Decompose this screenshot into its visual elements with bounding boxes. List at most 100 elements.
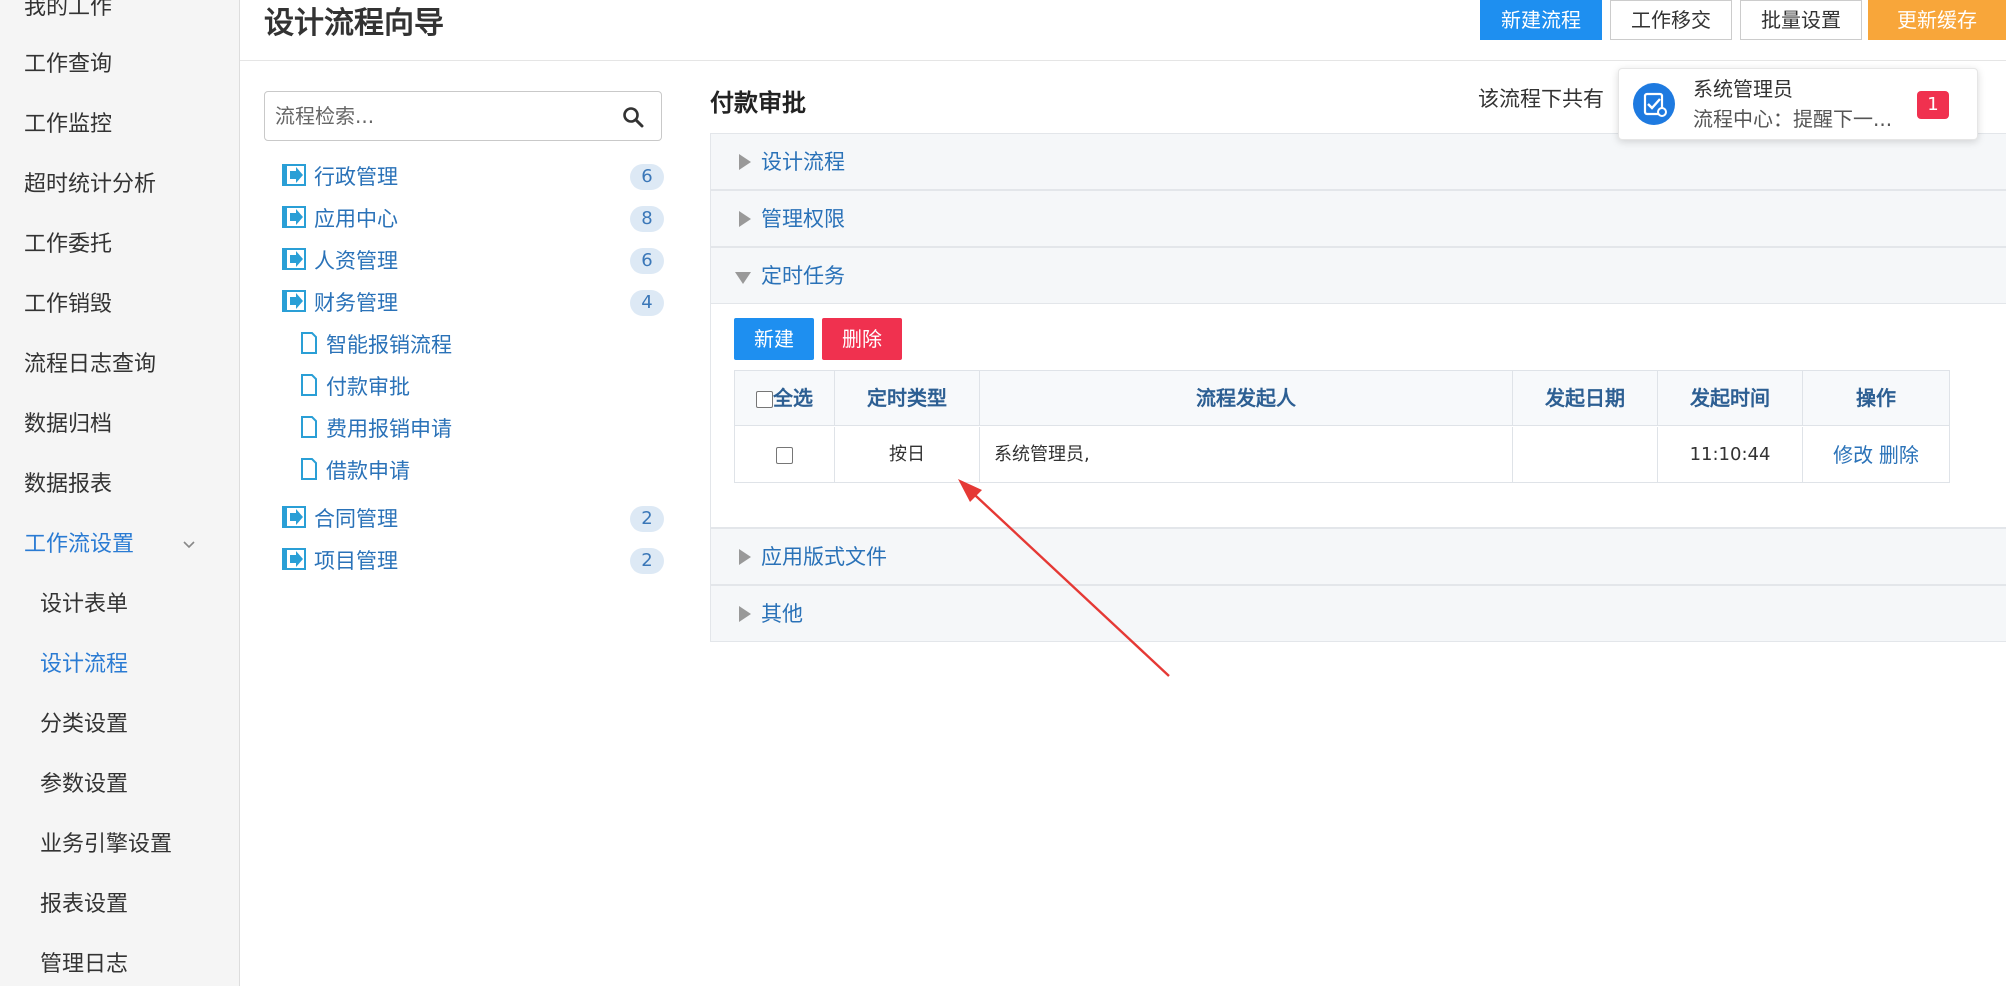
tree-category-label: 合同管理 (314, 507, 398, 531)
tree-category-finance[interactable]: 财务管理 4 (282, 286, 666, 320)
section-scheduled-tasks[interactable]: 定时任务 (710, 247, 2006, 304)
nav-my-work[interactable]: 我的工作 (24, 0, 112, 23)
nav-data-report[interactable]: 数据报表 (24, 470, 112, 500)
tree-count-badge: 8 (630, 206, 664, 232)
tree-flow-label: 付款审批 (326, 375, 410, 399)
notification-message: 流程中心：提醒下一... (1693, 107, 1893, 131)
nav-work-destroy[interactable]: 工作销毁 (24, 290, 112, 320)
nav-work-query[interactable]: 工作查询 (24, 50, 112, 80)
tree-category-label: 项目管理 (314, 549, 398, 573)
tree-category-project[interactable]: 项目管理 2 (282, 544, 666, 578)
row-checkbox[interactable] (776, 446, 793, 464)
refresh-cache-button[interactable]: 更新缓存 (1868, 0, 2006, 40)
section-layout-files[interactable]: 应用版式文件 (710, 528, 2006, 585)
task-check-icon (1633, 83, 1675, 125)
section-permissions[interactable]: 管理权限 (710, 190, 2006, 247)
tree-count-badge: 6 (630, 248, 664, 274)
task-table: 全选 定时类型 流程发起人 发起日期 发起时间 操作 按日 系统管理员, 11:… (734, 370, 1950, 483)
folder-flow-icon (282, 290, 306, 312)
tree-flow-label: 智能报销流程 (326, 333, 452, 357)
column-header-type: 定时类型 (835, 371, 980, 426)
document-icon (301, 458, 317, 480)
tree-count-badge: 4 (630, 290, 664, 316)
nav-work-delegate[interactable]: 工作委托 (24, 230, 112, 260)
tree-count-badge: 2 (630, 506, 664, 532)
search-box (264, 91, 662, 141)
nav-report-settings[interactable]: 报表设置 (40, 890, 128, 920)
column-header-date: 发起日期 (1513, 371, 1658, 426)
cell-date (1513, 427, 1658, 483)
nav-flow-log[interactable]: 流程日志查询 (24, 350, 156, 380)
section-other[interactable]: 其他 (710, 585, 2006, 642)
caret-down-icon (735, 272, 751, 284)
section-label: 定时任务 (761, 264, 845, 288)
folder-flow-icon (282, 506, 306, 528)
sidebar: 我的工作 工作查询 工作监控 超时统计分析 工作委托 工作销毁 流程日志查询 数… (0, 0, 240, 986)
caret-right-icon (739, 606, 751, 622)
chevron-down-icon[interactable] (182, 538, 196, 552)
tree-category-label: 行政管理 (314, 165, 398, 189)
nav-workflow-settings[interactable]: 工作流设置 (24, 530, 134, 560)
section-label: 其他 (761, 602, 803, 626)
section-label: 管理权限 (761, 207, 845, 231)
section-design-flow[interactable]: 设计流程 (710, 133, 2006, 190)
select-all-checkbox[interactable] (756, 391, 773, 408)
delete-task-link[interactable]: 删除 (1879, 443, 1919, 467)
flow-count-text: 该流程下共有 (1478, 87, 1604, 111)
document-icon (301, 374, 317, 396)
tree-count-badge: 6 (630, 164, 664, 190)
header-divider (240, 60, 2006, 61)
caret-right-icon (739, 211, 751, 227)
nav-param-settings[interactable]: 参数设置 (40, 770, 128, 800)
edit-task-link[interactable]: 修改 (1833, 443, 1873, 467)
column-header-initiator: 流程发起人 (980, 371, 1513, 426)
column-header-select: 全选 (735, 371, 835, 426)
nav-admin-log[interactable]: 管理日志 (40, 950, 128, 980)
tree-category-label: 人资管理 (314, 249, 398, 273)
tree-category-label: 财务管理 (314, 291, 398, 315)
flow-title: 付款审批 (710, 89, 806, 117)
nav-category-settings[interactable]: 分类设置 (40, 710, 128, 740)
document-icon (301, 332, 317, 354)
batch-settings-button[interactable]: 批量设置 (1740, 0, 1862, 40)
folder-flow-icon (282, 248, 306, 270)
nav-timeout-analysis[interactable]: 超时统计分析 (24, 170, 156, 200)
search-input[interactable] (275, 98, 605, 134)
notification-popup[interactable]: 系统管理员 流程中心：提醒下一... 1 (1618, 68, 1978, 140)
tree-count-badge: 2 (630, 548, 664, 574)
folder-flow-icon (282, 548, 306, 570)
notification-title: 系统管理员 (1693, 77, 1793, 101)
tree-category-app-center[interactable]: 应用中心 8 (282, 202, 666, 236)
tree-category-admin[interactable]: 行政管理 6 (282, 160, 666, 194)
notification-count-badge: 1 (1917, 91, 1949, 119)
new-flow-button[interactable]: 新建流程 (1480, 0, 1602, 40)
tree-category-label: 应用中心 (314, 207, 398, 231)
delete-task-button[interactable]: 删除 (822, 318, 902, 360)
row-select-cell (735, 427, 835, 483)
tree-category-contract[interactable]: 合同管理 2 (282, 502, 666, 536)
work-transfer-button[interactable]: 工作移交 (1610, 0, 1732, 40)
caret-right-icon (739, 549, 751, 565)
new-task-button[interactable]: 新建 (734, 318, 814, 360)
cell-ops: 修改 删除 (1803, 427, 1949, 483)
annotation-arrow-icon (958, 479, 1170, 677)
page-title: 设计流程向导 (264, 6, 444, 41)
select-all-label[interactable]: 全选 (773, 386, 813, 410)
search-icon[interactable] (621, 105, 645, 129)
nav-work-monitor[interactable]: 工作监控 (24, 110, 112, 140)
nav-data-archive[interactable]: 数据归档 (24, 410, 112, 440)
section-label: 应用版式文件 (761, 545, 887, 569)
nav-design-flow[interactable]: 设计流程 (40, 650, 128, 680)
tree-flow-label: 费用报销申请 (326, 417, 452, 441)
caret-right-icon (739, 154, 751, 170)
column-header-ops: 操作 (1803, 371, 1949, 426)
folder-flow-icon (282, 164, 306, 186)
section-label: 设计流程 (761, 150, 845, 174)
folder-flow-icon (282, 206, 306, 228)
column-header-time: 发起时间 (1658, 371, 1803, 426)
nav-design-form[interactable]: 设计表单 (40, 590, 128, 620)
document-icon (301, 416, 317, 438)
tree-category-hr[interactable]: 人资管理 6 (282, 244, 666, 278)
nav-engine-settings[interactable]: 业务引擎设置 (40, 830, 172, 860)
tree-flow-label: 借款申请 (326, 459, 410, 483)
